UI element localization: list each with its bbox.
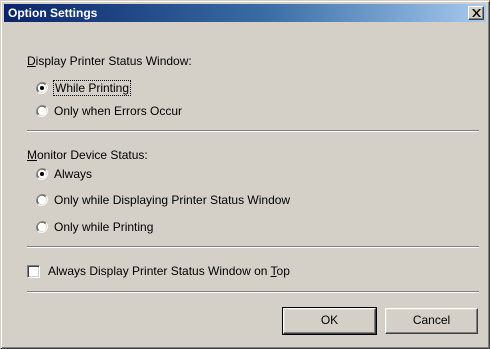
always-on-top-label-before: Always Display Printer Status Window on: [48, 264, 271, 278]
separator: [27, 291, 479, 293]
radio-only-while-printing[interactable]: Only while Printing: [36, 219, 153, 235]
window-title: Option Settings: [8, 6, 98, 20]
option-settings-dialog: Option Settings Display Printer Status W…: [0, 0, 490, 349]
close-button[interactable]: [468, 6, 484, 20]
radio-selected-icon[interactable]: [36, 168, 48, 180]
radio-only-while-displaying[interactable]: Only while Displaying Printer Status Win…: [36, 192, 290, 208]
ok-button[interactable]: OK: [282, 307, 377, 335]
radio-unselected-icon[interactable]: [36, 194, 48, 206]
display-status-group-label: Display Printer Status Window:: [27, 54, 192, 68]
only-while-displaying-label: Only while Displaying Printer Status Win…: [54, 193, 291, 207]
radio-unselected-icon[interactable]: [36, 105, 48, 117]
separator: [27, 246, 479, 248]
monitor-status-mnemonic: M: [27, 148, 37, 162]
cancel-button[interactable]: Cancel: [385, 308, 478, 334]
monitor-status-label-text: onitor Device Status:: [37, 148, 148, 162]
always-on-top-checkbox-row[interactable]: Always Display Printer Status Window on …: [27, 263, 290, 279]
display-status-mnemonic: D: [27, 54, 36, 68]
always-label: Always: [54, 167, 93, 181]
radio-always[interactable]: Always: [36, 166, 92, 182]
always-on-top-checkbox[interactable]: [27, 264, 40, 278]
display-status-label-text: isplay Printer Status Window:: [35, 54, 192, 68]
radio-only-when-errors[interactable]: Only when Errors Occur: [36, 103, 182, 119]
radio-selected-icon[interactable]: [36, 82, 48, 94]
while-printing-label: While Printing: [52, 80, 132, 96]
radio-while-printing[interactable]: While Printing: [36, 80, 132, 96]
title-bar[interactable]: Option Settings: [4, 4, 486, 22]
separator: [27, 130, 479, 132]
only-while-printing-label: Only while Printing: [54, 220, 154, 234]
always-on-top-label-after: op: [276, 264, 290, 278]
only-when-errors-label: Only when Errors Occur: [54, 104, 183, 118]
always-on-top-label: Always Display Printer Status Window on …: [48, 264, 290, 278]
close-icon: [472, 9, 481, 17]
radio-unselected-icon[interactable]: [36, 221, 48, 233]
monitor-status-group-label: Monitor Device Status:: [27, 148, 148, 162]
